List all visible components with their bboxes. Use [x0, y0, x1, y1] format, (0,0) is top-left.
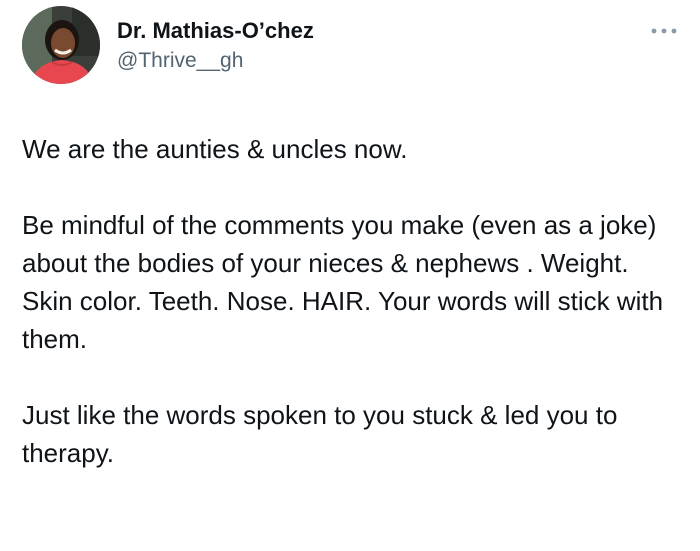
tweet-card: Dr. Mathias-O’chez @Thrive__gh We are th… [0, 0, 700, 551]
tweet-paragraph: Be mindful of the comments you make (eve… [22, 210, 664, 354]
tweet-paragraph: We are the aunties & uncles now. [22, 134, 408, 164]
more-options-button[interactable] [649, 24, 679, 38]
profile-photo-icon [22, 6, 100, 84]
avatar[interactable] [22, 6, 100, 84]
author-names: Dr. Mathias-O’chez @Thrive__gh [117, 18, 314, 74]
tweet-header: Dr. Mathias-O’chez @Thrive__gh [22, 6, 682, 88]
user-handle[interactable]: @Thrive__gh [117, 48, 314, 74]
more-options-icon [651, 28, 677, 34]
tweet-text: We are the aunties & uncles now. Be mind… [22, 130, 682, 472]
display-name[interactable]: Dr. Mathias-O’chez [117, 18, 314, 44]
tweet-paragraph: Just like the words spoken to you stuck … [22, 400, 618, 468]
